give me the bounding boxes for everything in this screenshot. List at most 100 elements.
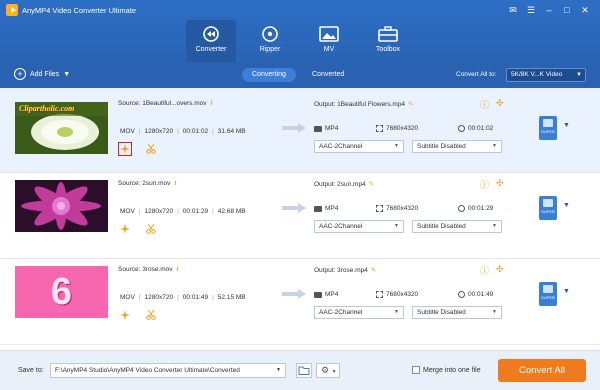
video-format-icon (314, 291, 322, 298)
output-resolution: 7680x4320 (386, 125, 419, 132)
audio-track-select[interactable]: AAC-2Channel ▼ (314, 306, 404, 319)
file-list: Clipartholic.com Source: 1Beautiful...ov… (0, 88, 600, 350)
scissors-icon[interactable] (144, 308, 158, 322)
tab-mv[interactable]: MV (304, 20, 354, 62)
scissors-icon[interactable] (144, 222, 158, 236)
output-format: MP4 (325, 125, 339, 132)
source-duration: 00:01:29 (182, 208, 209, 215)
convert-arrow-icon (282, 123, 306, 133)
info-icon[interactable]: i (211, 100, 213, 107)
source-size: 52.15 MB (217, 294, 246, 301)
source-resolution: 1280x720 (144, 128, 174, 135)
save-path-value: F:\AnyMP4 Studio\AnyMP4 Video Converter … (55, 367, 240, 374)
video-format-icon (314, 205, 322, 212)
compress-icon[interactable]: ✣ (496, 264, 504, 275)
source-meta: MOV | 1280x720 | 00:01:29 | 42.68 MB (120, 208, 246, 215)
tab-mv-label: MV (323, 46, 335, 53)
tab-converted[interactable]: Converted (302, 68, 354, 82)
enhance-icon[interactable] (118, 308, 132, 322)
add-files-button[interactable]: + Add Files ▼ (14, 68, 70, 80)
quality-badge[interactable]: SUPER (539, 282, 557, 306)
chevron-down-icon: ▼ (576, 72, 582, 78)
edit-icon[interactable]: ✎ (371, 267, 376, 274)
edit-icon[interactable]: ✎ (369, 181, 374, 188)
settings-button[interactable]: ⚙ ▼ (316, 363, 340, 378)
subtitle-value: Subtitle Disabled (417, 223, 466, 230)
minimize-button[interactable]: – (542, 3, 556, 17)
source-meta: MOV | 1280x720 | 00:01:49 | 52.15 MB (120, 294, 246, 301)
file-row[interactable]: Source: 2sun.mov i MOV | 1280x720 | 00:01:29 |… (0, 174, 600, 259)
add-files-label: Add Files (30, 70, 60, 78)
video-thumbnail[interactable] (15, 180, 108, 232)
clock-icon (458, 125, 465, 132)
file-row[interactable]: 6 Source: 3rose.mov i MOV | 1280x720 | 00:01:… (0, 260, 600, 345)
info-icon[interactable]: i (177, 266, 179, 273)
maximize-button[interactable]: □ (560, 3, 574, 17)
subtitle-value: Subtitle Disabled (417, 309, 466, 316)
info-circle-icon[interactable]: ⓘ (480, 178, 489, 191)
source-filename: Source: 1Beautiful...overs.mov (118, 100, 207, 107)
chevron-down-icon[interactable]: ▼ (563, 288, 570, 295)
video-thumbnail[interactable]: 6 (15, 266, 108, 318)
clock-icon (458, 205, 465, 212)
output-duration: 00:01:49 (468, 291, 494, 298)
compress-icon[interactable]: ✣ (496, 98, 504, 109)
subtitle-select[interactable]: Subtitle Disabled ▼ (412, 306, 502, 319)
plus-icon: + (14, 68, 26, 80)
source-meta: MOV | 1280x720 | 00:01:02 | 31.64 MB (120, 128, 246, 135)
info-circle-icon[interactable]: ⓘ (480, 264, 489, 277)
output-duration: 00:01:29 (468, 205, 494, 212)
info-circle-icon[interactable]: ⓘ (480, 98, 489, 111)
compress-icon[interactable]: ✣ (496, 178, 504, 189)
audio-track-select[interactable]: AAC-2Channel ▼ (314, 220, 404, 233)
convert-arrow-icon (282, 203, 306, 213)
subtitle-select[interactable]: Subtitle Disabled ▼ (412, 140, 502, 153)
chevron-down-icon: ▼ (63, 70, 71, 78)
format-select[interactable]: 5K/8K V...K Video ▼ (506, 68, 586, 82)
save-to-label: Save to: (18, 367, 44, 374)
save-path-select[interactable]: F:\AnyMP4 Studio\AnyMP4 Video Converter … (50, 363, 286, 378)
tab-converter[interactable]: Converter (186, 20, 236, 62)
scissors-icon[interactable] (144, 142, 158, 156)
source-duration: 00:01:02 (182, 128, 209, 135)
chevron-down-icon: ▼ (492, 143, 497, 149)
close-button[interactable]: ✕ (578, 3, 592, 17)
source-duration: 00:01:49 (182, 294, 209, 301)
tab-ripper[interactable]: Ripper (245, 20, 295, 62)
thumbnail-number: 6 (50, 271, 73, 313)
chevron-down-icon: ▼ (331, 369, 337, 375)
subtitle-select[interactable]: Subtitle Disabled ▼ (412, 220, 502, 233)
enhance-icon[interactable] (118, 222, 132, 236)
tab-toolbox-label: Toolbox (375, 46, 401, 53)
audio-track-select[interactable]: AAC-2Channel ▼ (314, 140, 404, 153)
tab-converting[interactable]: Converting (242, 68, 296, 82)
quality-badge[interactable]: SUPER (539, 196, 557, 220)
output-filename: Output: 2sun.mp4 (314, 181, 366, 188)
sub-toolbar: + Add Files ▼ Converting Converted Conve… (0, 62, 600, 88)
thumbnail-watermark: Clipartholic.com (19, 104, 75, 113)
edit-icon[interactable]: ✎ (408, 101, 413, 108)
source-resolution: 1280x720 (144, 294, 174, 301)
chevron-down-icon: ▼ (394, 223, 399, 229)
chevron-down-icon[interactable]: ▼ (563, 202, 570, 209)
source-format: MOV (120, 128, 135, 135)
convert-all-button[interactable]: Convert All (498, 359, 586, 382)
video-thumbnail[interactable]: Clipartholic.com (15, 102, 108, 154)
merge-option[interactable]: Merge into one file (412, 366, 481, 374)
feedback-icon[interactable]: ✉ (506, 3, 520, 17)
info-icon[interactable]: i (174, 180, 176, 187)
file-row[interactable]: Clipartholic.com Source: 1Beautiful...ov… (0, 88, 600, 173)
open-folder-button[interactable] (296, 363, 312, 378)
quality-badge[interactable]: SUPER (539, 116, 557, 140)
output-label: Output: 1Beautiful Flowers.mp4 ✎ (314, 100, 414, 108)
chevron-down-icon: ▼ (276, 367, 281, 373)
tab-toolbox[interactable]: Toolbox (363, 20, 413, 62)
enhance-icon[interactable] (118, 142, 132, 156)
output-meta: MP4 7680x4320 00:01:02 (314, 125, 493, 132)
source-label: Source: 2sun.mov i (118, 180, 176, 187)
menu-button[interactable]: ☰ (524, 3, 538, 17)
chevron-down-icon[interactable]: ▼ (563, 122, 570, 129)
merge-checkbox[interactable] (412, 366, 420, 374)
output-format: MP4 (325, 205, 339, 212)
chevron-down-icon: ▼ (492, 309, 497, 315)
